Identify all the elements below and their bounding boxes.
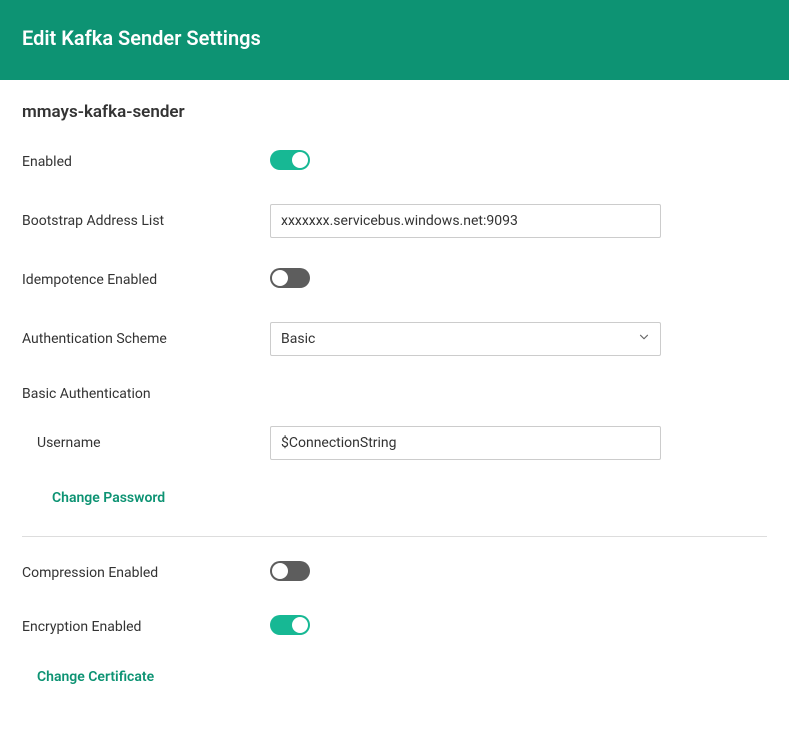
compression-label: Compression Enabled: [22, 565, 270, 581]
bootstrap-row: Bootstrap Address List: [22, 204, 767, 238]
header-title: Edit Kafka Sender Settings: [22, 26, 767, 50]
section-divider: [22, 536, 767, 537]
encryption-label: Encryption Enabled: [22, 619, 270, 635]
compression-row: Compression Enabled: [22, 561, 767, 585]
idempotence-toggle[interactable]: [270, 268, 310, 288]
bootstrap-input[interactable]: [270, 204, 661, 238]
page-title: mmays-kafka-sender: [22, 102, 767, 122]
enabled-label: Enabled: [22, 154, 270, 170]
content-area: mmays-kafka-sender Enabled Bootstrap Add…: [0, 80, 789, 737]
idempotence-label: Idempotence Enabled: [22, 272, 270, 288]
auth-scheme-label: Authentication Scheme: [22, 331, 270, 347]
compression-toggle[interactable]: [270, 561, 310, 581]
auth-scheme-select[interactable]: Basic: [270, 322, 661, 356]
toggle-knob: [292, 617, 308, 633]
change-password-link[interactable]: Change Password: [52, 490, 165, 506]
username-label: Username: [22, 435, 270, 451]
username-input[interactable]: [270, 426, 661, 460]
encryption-toggle[interactable]: [270, 615, 310, 635]
basic-auth-section-label: Basic Authentication: [22, 386, 767, 402]
toggle-knob: [272, 563, 288, 579]
page-header: Edit Kafka Sender Settings: [0, 0, 789, 80]
toggle-knob: [272, 270, 288, 286]
encryption-row: Encryption Enabled: [22, 615, 767, 639]
username-row: Username: [22, 426, 767, 460]
auth-scheme-row: Authentication Scheme Basic: [22, 322, 767, 356]
bootstrap-label: Bootstrap Address List: [22, 213, 270, 229]
enabled-toggle[interactable]: [270, 150, 310, 170]
enabled-row: Enabled: [22, 150, 767, 174]
toggle-knob: [292, 152, 308, 168]
idempotence-row: Idempotence Enabled: [22, 268, 767, 292]
change-certificate-link[interactable]: Change Certificate: [37, 669, 154, 685]
